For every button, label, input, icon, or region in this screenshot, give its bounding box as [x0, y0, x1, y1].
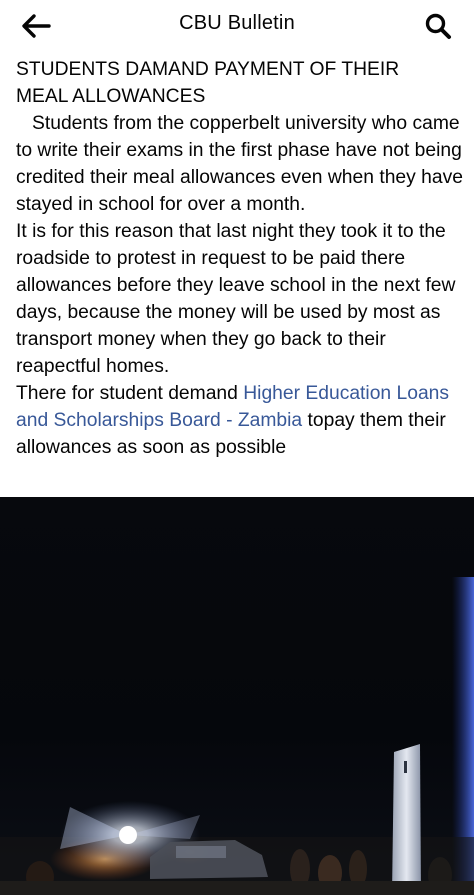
- post-paragraph-1-text: Students from the copperbelt university …: [16, 113, 463, 215]
- post-photo[interactable]: [0, 497, 474, 895]
- post-body: STUDENTS DAMAND PAYMENT OF THEIR MEAL AL…: [16, 56, 464, 461]
- page-title: CBU Bulletin: [179, 12, 295, 34]
- top-app-bar: CBU Bulletin: [0, 0, 474, 52]
- search-button[interactable]: [420, 8, 456, 44]
- post-headline-line-1: STUDENTS DAMAND PAYMENT OF THEIR: [16, 59, 400, 80]
- post-headline: STUDENTS DAMAND PAYMENT OF THEIR MEAL AL…: [16, 56, 464, 110]
- search-icon: [425, 13, 451, 39]
- post-headline-line-2: MEAL ALLOWANCES: [16, 86, 206, 107]
- post-paragraph-3: There for student demand Higher Educatio…: [16, 380, 464, 461]
- post-screen: CBU Bulletin STUDENTS DAMAND PAYMENT OF …: [0, 0, 474, 895]
- night-protest-photo: [0, 497, 474, 895]
- post-paragraph-1: Students from the copperbelt university …: [16, 110, 464, 218]
- post-paragraph-2: It is for this reason that last night th…: [16, 221, 456, 377]
- post-paragraph-3-text-start: There for student demand: [16, 383, 244, 404]
